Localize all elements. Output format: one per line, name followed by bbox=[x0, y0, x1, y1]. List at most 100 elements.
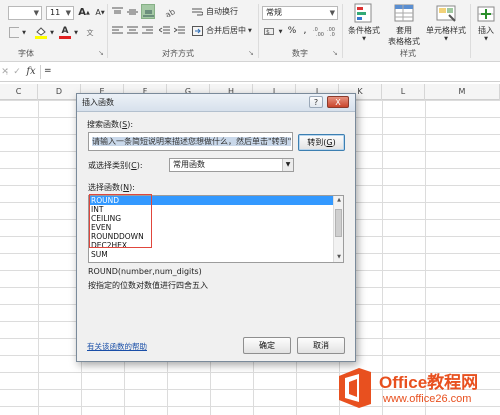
format-as-table-button[interactable]: 套用 表格格式 bbox=[386, 3, 422, 47]
phonetic-icon[interactable]: 文 bbox=[85, 28, 95, 38]
function-signature: ROUND(number,num_digits) bbox=[88, 267, 202, 276]
font-name-combo[interactable]: ▼ bbox=[8, 6, 42, 20]
cancel-button[interactable]: 取消 bbox=[297, 337, 345, 354]
table-format-icon bbox=[393, 3, 415, 25]
insert-cells-icon bbox=[475, 3, 497, 25]
category-label: 或选择类别(C): bbox=[88, 161, 143, 170]
cell-style-button[interactable]: 单元格样式 ▼ bbox=[424, 3, 468, 42]
formula-bar: ⋮ ✕ ✓ fx = bbox=[0, 62, 500, 82]
close-button[interactable]: X bbox=[327, 96, 349, 108]
align-left-button[interactable] bbox=[111, 24, 124, 37]
align-middle-button[interactable] bbox=[126, 5, 139, 18]
align-top-icon bbox=[112, 7, 123, 13]
column-header[interactable]: M bbox=[425, 84, 500, 100]
font-dialog-launcher-icon[interactable]: ↘ bbox=[98, 49, 104, 57]
column-header[interactable]: D bbox=[38, 84, 81, 100]
paint-bucket-icon bbox=[36, 26, 46, 36]
gridline bbox=[38, 100, 39, 415]
search-label: 搜索函数(S): bbox=[87, 120, 134, 129]
separator bbox=[470, 4, 471, 58]
align-left-icon bbox=[112, 26, 123, 34]
svg-text:ab: ab bbox=[165, 7, 177, 17]
enter-icon[interactable]: ✓ bbox=[12, 65, 22, 78]
conditional-format-icon bbox=[353, 3, 375, 25]
increase-indent-button[interactable] bbox=[173, 24, 186, 37]
cancel-icon[interactable]: ✕ bbox=[0, 65, 10, 78]
decrease-indent-icon bbox=[159, 26, 170, 34]
font-color-dropdown-icon[interactable]: ▼ bbox=[73, 30, 79, 36]
function-list-scrollbar[interactable]: ▲ ▼ bbox=[333, 196, 343, 262]
comma-button[interactable]: , bbox=[300, 24, 310, 37]
align-bottom-icon bbox=[142, 10, 154, 16]
align-middle-icon bbox=[127, 9, 138, 14]
category-select[interactable]: 常用函数 ▼ bbox=[169, 158, 294, 172]
accounting-format-button[interactable]: $ bbox=[262, 24, 278, 37]
font-color-button[interactable]: A bbox=[58, 24, 72, 40]
fill-color-button[interactable] bbox=[34, 24, 48, 40]
orientation-button[interactable]: ab bbox=[164, 5, 179, 18]
dialog-title-bar[interactable]: 插入函数 ? X bbox=[77, 94, 355, 112]
scroll-down-icon[interactable]: ▼ bbox=[334, 253, 343, 262]
svg-text:$: $ bbox=[266, 29, 270, 36]
office-logo-icon bbox=[339, 368, 371, 408]
wrap-text-icon bbox=[192, 8, 203, 15]
align-center-icon bbox=[127, 26, 138, 34]
font-size-combo[interactable]: 11 ▼ bbox=[46, 6, 74, 20]
font-group-label: 字体 bbox=[18, 49, 34, 58]
function-help-link[interactable]: 有关该函数的帮助 bbox=[87, 341, 147, 352]
separator bbox=[258, 4, 259, 58]
conditional-format-button[interactable]: 条件格式 ▼ bbox=[348, 3, 380, 42]
border-icon bbox=[9, 26, 19, 38]
merge-center-button[interactable]: 合并后居中 ▼ bbox=[191, 24, 259, 37]
accounting-dropdown-icon[interactable]: ▼ bbox=[278, 29, 283, 35]
scroll-up-icon[interactable]: ▲ bbox=[334, 196, 343, 205]
decrease-decimal-button[interactable]: .00.0 bbox=[326, 24, 339, 37]
watermark-url: www.office26.com bbox=[383, 393, 472, 405]
insert-function-dialog: 插入函数 ? X 搜索函数(S): 请输入一条简短说明来描述您想做什么，然后单击… bbox=[76, 93, 356, 362]
merge-center-icon bbox=[192, 25, 203, 36]
align-right-button[interactable] bbox=[141, 24, 154, 37]
number-group-label: 数字 bbox=[292, 49, 308, 58]
styles-group-label: 样式 bbox=[400, 49, 416, 58]
currency-icon: $ bbox=[264, 27, 274, 36]
alignment-dialog-launcher-icon[interactable]: ↘ bbox=[248, 49, 254, 57]
formula-input[interactable]: = bbox=[40, 65, 498, 79]
column-header[interactable]: C bbox=[0, 84, 38, 100]
number-dialog-launcher-icon[interactable]: ↘ bbox=[332, 49, 338, 57]
border-dropdown-icon[interactable]: ▼ bbox=[21, 30, 27, 36]
highlight-annotation bbox=[89, 194, 152, 248]
search-input[interactable]: 请输入一条简短说明来描述您想做什么，然后单击"转到" bbox=[88, 132, 293, 151]
goto-button[interactable]: 转到(G) bbox=[298, 134, 345, 151]
number-format-combo[interactable]: 常规 ▼ bbox=[262, 6, 338, 20]
scroll-thumb[interactable] bbox=[335, 209, 342, 237]
insert-button[interactable]: 插入 ▼ bbox=[472, 3, 500, 42]
chevron-down-icon[interactable]: ▼ bbox=[282, 159, 293, 171]
align-bottom-button[interactable] bbox=[141, 4, 155, 19]
fill-dropdown-icon[interactable]: ▼ bbox=[49, 30, 55, 36]
select-function-label: 选择函数(N): bbox=[88, 183, 135, 192]
insert-function-icon[interactable]: fx bbox=[24, 64, 38, 79]
border-button[interactable] bbox=[8, 25, 20, 39]
wrap-text-button[interactable]: 自动换行 bbox=[191, 5, 259, 18]
align-right-icon bbox=[142, 26, 153, 34]
column-header[interactable]: L bbox=[382, 84, 425, 100]
watermark: Office教程网 www.office26.com bbox=[331, 363, 500, 415]
svg-text:.0: .0 bbox=[330, 32, 335, 36]
grow-font-button[interactable]: A ▲ bbox=[78, 5, 90, 20]
help-button[interactable]: ? bbox=[309, 96, 323, 108]
align-center-button[interactable] bbox=[126, 24, 139, 37]
decrease-indent-button[interactable] bbox=[158, 24, 171, 37]
increase-decimal-icon: .0.00 bbox=[313, 27, 324, 36]
function-item[interactable]: SUM bbox=[89, 250, 343, 259]
ok-button[interactable]: 确定 bbox=[243, 337, 291, 354]
percent-button[interactable]: % bbox=[286, 24, 298, 37]
svg-text:.00: .00 bbox=[316, 32, 324, 36]
increase-decimal-button[interactable]: .0.00 bbox=[312, 24, 325, 37]
orientation-icon: ab bbox=[165, 7, 177, 17]
font-color-icon: A bbox=[61, 25, 69, 36]
shrink-font-button[interactable]: A ▼ bbox=[94, 5, 106, 20]
separator bbox=[107, 4, 108, 58]
dialog-title: 插入函数 bbox=[82, 98, 114, 107]
font-size-value: 11 bbox=[50, 8, 61, 17]
align-top-button[interactable] bbox=[111, 5, 124, 18]
